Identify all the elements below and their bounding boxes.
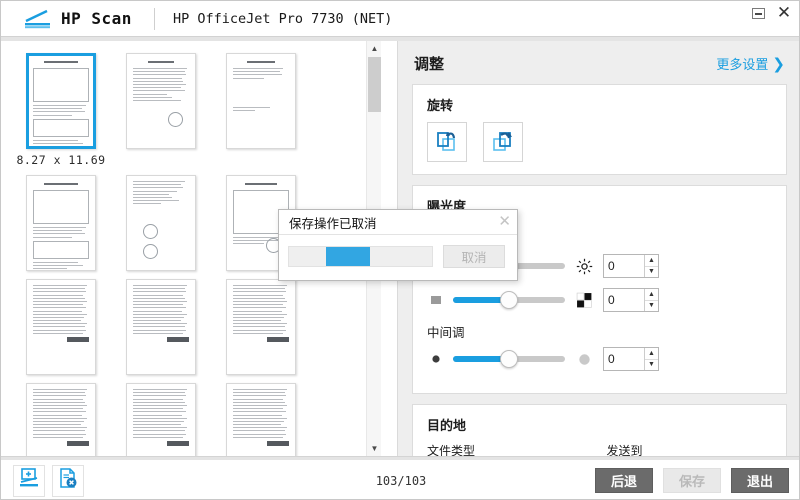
progress-chunk xyxy=(326,247,370,266)
dialog-titlebar: 保存操作已取消 ✕ xyxy=(279,210,517,235)
bottom-actions: 后退 保存 退出 xyxy=(595,468,789,493)
thumbnail-item[interactable]: 8.27 x 11.69 xyxy=(15,53,107,167)
thumbnail-item[interactable] xyxy=(215,53,307,167)
spinner-up-icon[interactable]: ▲ xyxy=(645,255,658,267)
thumbnail-preview[interactable] xyxy=(126,53,196,149)
thumbnail-item[interactable] xyxy=(15,279,107,375)
midtone-value-input[interactable] xyxy=(604,348,644,370)
contrast-slider-row: ▲ ▼ xyxy=(427,288,772,312)
window-controls: ✕ xyxy=(751,3,792,22)
bottom-bar: 103/103 后退 保存 退出 xyxy=(1,460,799,499)
save-button: 保存 xyxy=(663,468,721,493)
contrast-low-icon xyxy=(427,294,445,306)
spinner-up-icon[interactable]: ▲ xyxy=(645,348,658,360)
midtone-dark-icon xyxy=(427,353,445,365)
save-cancelled-dialog: 保存操作已取消 ✕ 取消 xyxy=(278,209,518,281)
thumbnail-item[interactable] xyxy=(115,175,207,271)
rotate-left-icon xyxy=(434,127,460,158)
app-brand-label: HP Scan xyxy=(61,9,132,28)
scrollbar-thumb[interactable] xyxy=(368,57,381,112)
rotate-buttons xyxy=(427,122,772,162)
dialog-cancel-button[interactable]: 取消 xyxy=(443,245,505,268)
spinner-down-icon[interactable]: ▼ xyxy=(645,360,658,371)
brightness-spinner-buttons[interactable]: ▲ ▼ xyxy=(644,255,658,277)
progress-bar xyxy=(288,246,433,267)
contrast-slider-knob[interactable] xyxy=(500,291,518,309)
dialog-body: 取消 xyxy=(279,235,517,268)
thumbnail-item[interactable] xyxy=(15,175,107,271)
spinner-up-icon[interactable]: ▲ xyxy=(645,289,658,301)
rotate-right-button[interactable] xyxy=(483,122,523,162)
thumbnail-preview[interactable] xyxy=(226,383,296,456)
thumbnail-preview[interactable] xyxy=(226,53,296,149)
midtone-label: 中间调 xyxy=(427,326,465,340)
contrast-spinner[interactable]: ▲ ▼ xyxy=(603,288,659,312)
thumbnail-preview[interactable] xyxy=(226,279,296,375)
thumbnail-item[interactable] xyxy=(115,279,207,375)
brightness-spinner[interactable]: ▲ ▼ xyxy=(603,254,659,278)
thumbnail-item[interactable] xyxy=(215,279,307,375)
contrast-slider[interactable] xyxy=(453,291,565,309)
midtone-slider-knob[interactable] xyxy=(500,350,518,368)
rotate-title: 旋转 xyxy=(427,98,454,113)
thumbnail-preview[interactable] xyxy=(26,175,96,271)
thumbnail-preview[interactable] xyxy=(126,383,196,456)
scanner-icon xyxy=(23,9,53,29)
settings-title: 调整 xyxy=(414,56,445,73)
hp-scan-window: HP Scan HP OfficeJet Pro 7730 (NET) ✕ 8.… xyxy=(0,0,800,500)
chevron-right-icon: ❯ xyxy=(772,55,785,73)
close-icon[interactable]: ✕ xyxy=(498,214,511,229)
midtone-spinner-buttons[interactable]: ▲ ▼ xyxy=(644,348,658,370)
thumbnail-item[interactable] xyxy=(115,383,207,456)
dialog-title: 保存操作已取消 xyxy=(289,216,377,231)
destination-title: 目的地 xyxy=(427,418,467,433)
thumbnail-item[interactable] xyxy=(115,53,207,167)
midtone-icon xyxy=(573,351,595,368)
close-icon: ✕ xyxy=(776,3,792,22)
thumbnail-item[interactable] xyxy=(15,383,107,456)
close-button[interactable]: ✕ xyxy=(776,3,792,22)
app-logo: HP Scan xyxy=(23,9,132,29)
brightness-icon xyxy=(573,258,595,275)
rotate-left-button[interactable] xyxy=(427,122,467,162)
thumbnail-preview[interactable] xyxy=(26,53,96,149)
contrast-icon xyxy=(573,292,595,309)
minimize-icon xyxy=(751,7,765,19)
spinner-down-icon[interactable]: ▼ xyxy=(645,267,658,278)
thumbnail-item[interactable] xyxy=(215,383,307,456)
contrast-value-input[interactable] xyxy=(604,289,644,311)
midtone-spinner[interactable]: ▲ ▼ xyxy=(603,347,659,371)
contrast-spinner-buttons[interactable]: ▲ ▼ xyxy=(644,289,658,311)
thumbnail-preview[interactable] xyxy=(26,383,96,456)
thumbnail-preview[interactable] xyxy=(26,279,96,375)
rotate-right-icon xyxy=(490,127,516,158)
minimize-button[interactable] xyxy=(751,6,765,20)
back-button[interactable]: 后退 xyxy=(595,468,653,493)
brightness-value-input[interactable] xyxy=(604,255,644,277)
midtone-slider-row: ▲ ▼ xyxy=(427,347,772,371)
settings-header: 调整 更多设置 ❯ xyxy=(412,51,787,84)
midtone-slider[interactable] xyxy=(453,350,565,368)
scroll-down-icon[interactable]: ▼ xyxy=(367,441,381,456)
more-settings-link[interactable]: 更多设置 ❯ xyxy=(716,54,785,73)
title-bar: HP Scan HP OfficeJet Pro 7730 (NET) ✕ xyxy=(1,1,799,36)
more-settings-label: 更多设置 xyxy=(716,57,769,72)
scroll-up-icon[interactable]: ▲ xyxy=(367,41,381,56)
thumbnail-preview[interactable] xyxy=(126,279,196,375)
exit-button[interactable]: 退出 xyxy=(731,468,789,493)
thumbnail-preview[interactable] xyxy=(126,175,196,271)
thumbnail-size-label: 8.27 x 11.69 xyxy=(16,153,106,167)
spinner-down-icon[interactable]: ▼ xyxy=(645,301,658,312)
title-divider xyxy=(153,7,155,30)
rotate-card: 旋转 xyxy=(412,84,787,175)
device-name-label: HP OfficeJet Pro 7730 (NET) xyxy=(172,10,393,27)
